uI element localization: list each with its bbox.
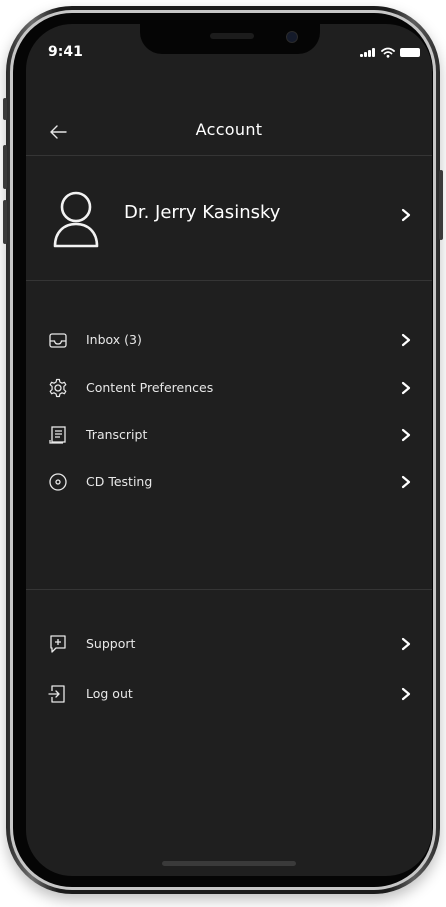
menu-item-content-preferences[interactable]: Content Preferences [26, 370, 432, 406]
notch [140, 24, 320, 54]
home-indicator [162, 861, 296, 866]
menu-label-cd-testing: CD Testing [86, 474, 153, 489]
chat-plus-icon [50, 635, 66, 653]
menu-item-support[interactable]: Support [26, 626, 432, 662]
inbox-icon [49, 333, 67, 348]
user-outline-icon [53, 191, 99, 248]
volume-down-button [3, 200, 7, 244]
status-time: 9:41 [48, 44, 83, 60]
menu-label-support: Support [86, 636, 136, 651]
chevron-right-icon [401, 428, 411, 442]
chevron-right-icon [401, 208, 411, 222]
menu-label-log-out: Log out [86, 686, 133, 701]
power-button [439, 170, 443, 240]
menu-item-transcript[interactable]: Transcript [26, 417, 432, 453]
cellular-signal-icon [360, 47, 376, 57]
chevron-right-icon [401, 687, 411, 701]
chevron-right-icon [401, 637, 411, 651]
volume-up-button [3, 145, 7, 189]
profile-divider [26, 280, 432, 281]
menu-item-log-out[interactable]: Log out [26, 676, 432, 712]
speaker-grille [210, 33, 254, 39]
logout-icon [48, 685, 65, 703]
front-camera [286, 31, 298, 43]
menu-item-inbox[interactable]: Inbox (3) [26, 322, 432, 358]
gear-icon [49, 378, 67, 398]
menu-label-transcript: Transcript [86, 427, 148, 442]
document-icon [49, 426, 66, 444]
app-header: Account [26, 116, 432, 156]
chevron-right-icon [401, 333, 411, 347]
chevron-right-icon [401, 475, 411, 489]
mute-switch [3, 98, 7, 120]
page-title: Account [195, 120, 263, 139]
menu-label-inbox: Inbox (3) [86, 332, 142, 347]
profile-row[interactable]: Dr. Jerry Kasinsky [26, 186, 432, 262]
menu-divider [26, 589, 432, 590]
app-screen: 9:41 Account Dr. Jerry Kasinsky Inbox (3… [26, 24, 432, 876]
chevron-right-icon [401, 381, 411, 395]
menu-label-content-preferences: Content Preferences [86, 380, 214, 395]
header-divider [26, 155, 432, 156]
menu-item-cd-testing[interactable]: CD Testing [26, 464, 432, 500]
status-icons [360, 46, 420, 58]
disc-icon [49, 473, 67, 491]
battery-icon [400, 47, 420, 57]
wifi-icon [381, 47, 395, 58]
profile-name: Dr. Jerry Kasinsky [124, 202, 281, 223]
